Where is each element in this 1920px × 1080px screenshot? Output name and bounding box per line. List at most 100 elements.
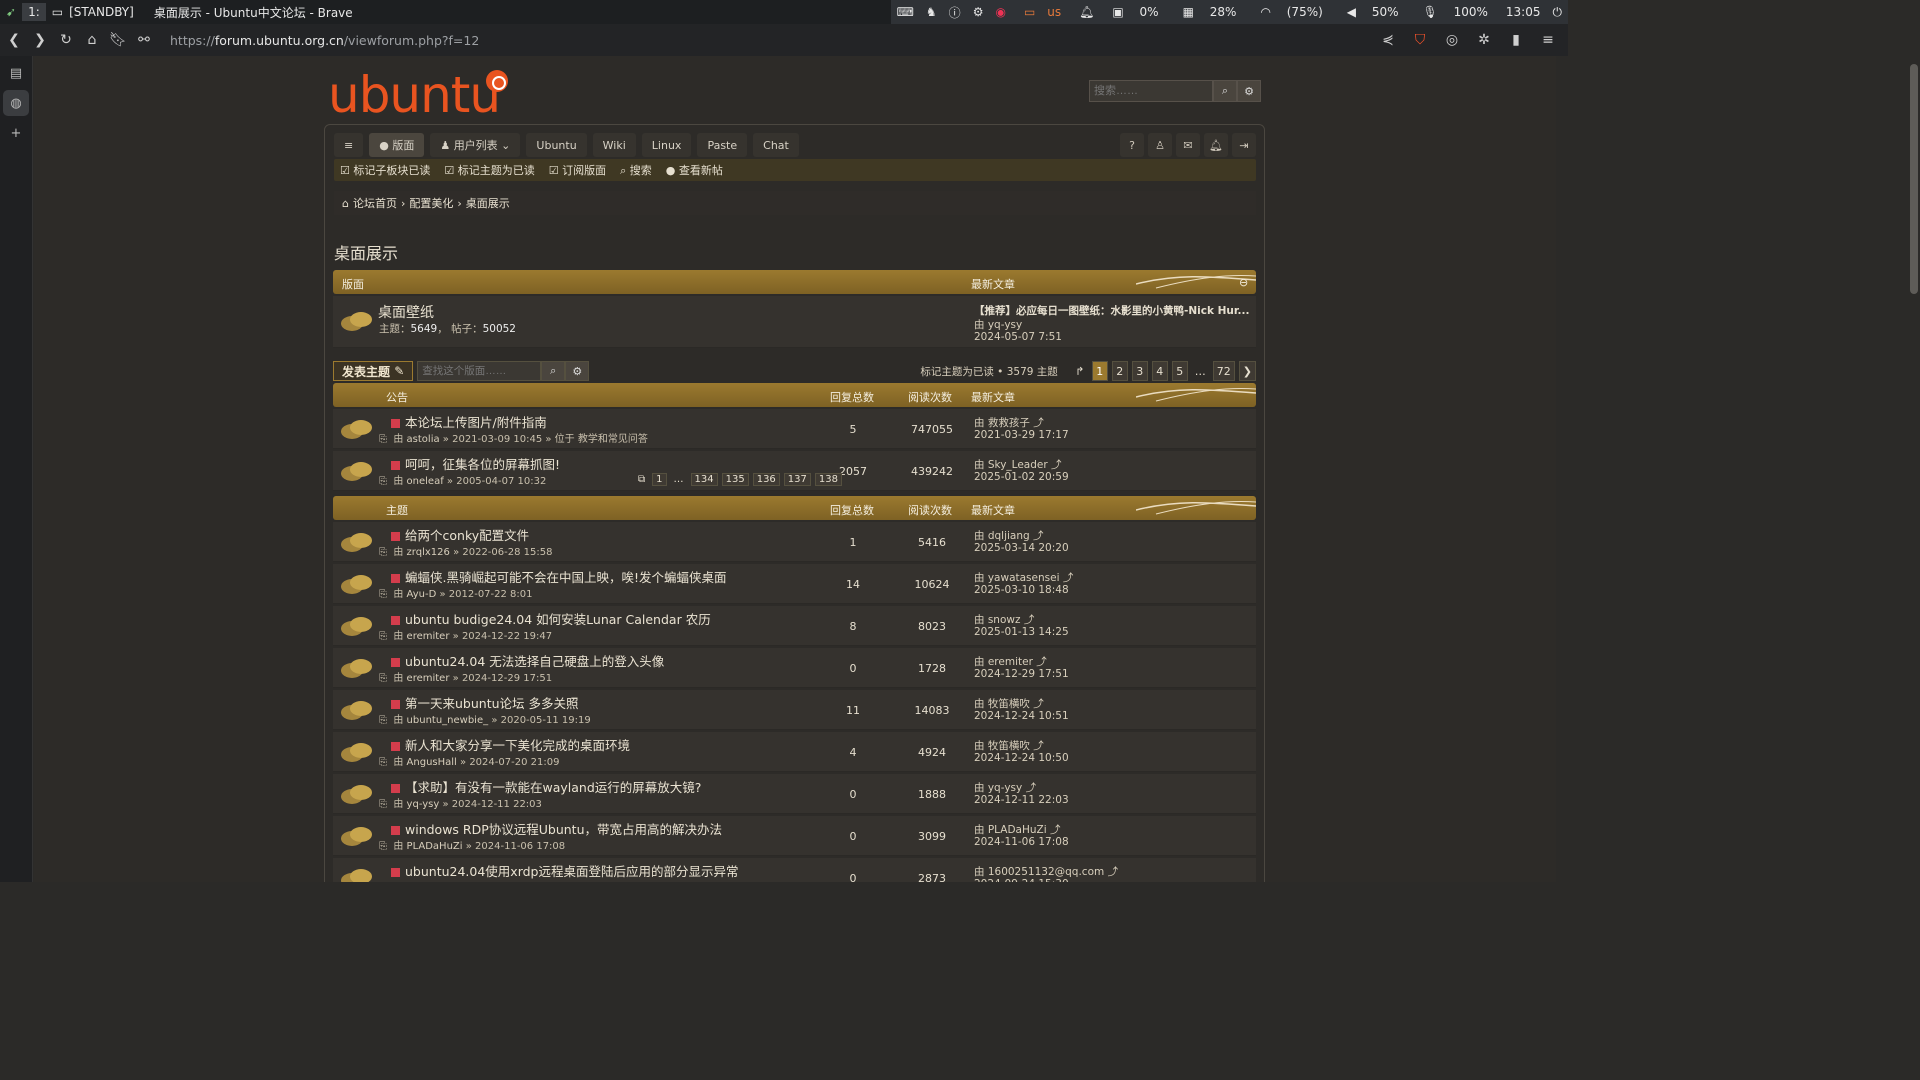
- last-post-author[interactable]: 由 dqljiang ⤴: [974, 528, 1044, 543]
- crumb-home[interactable]: 论坛首页: [353, 195, 397, 211]
- sidebar-panel-icon[interactable]: ▤: [3, 60, 29, 86]
- topic-page-link[interactable]: 136: [752, 473, 780, 486]
- topic-row[interactable]: windows RDP协议远程Ubuntu，带宽占用高的解决办法 ⎘ 由 PLAD…: [333, 816, 1256, 856]
- keyboard-icon[interactable]: ⌨: [890, 0, 920, 24]
- last-post-author[interactable]: 由 牧笛横吹 ⤴: [974, 696, 1044, 711]
- reload-icon[interactable]: ↻: [54, 28, 78, 52]
- bookmark-icon[interactable]: 🔖︎: [106, 28, 130, 52]
- nav-user-list[interactable]: ♟ 用户列表 ⌄: [430, 133, 521, 157]
- gear-icon[interactable]: ⚙: [966, 0, 990, 24]
- vpn-icon[interactable]: ◎: [1440, 28, 1464, 52]
- topic-row[interactable]: 给两个conky配置文件 ⎘ 由 zrqlx126 » 2022-06-28 15…: [333, 522, 1256, 562]
- share-icon[interactable]: ⋞: [1376, 28, 1400, 52]
- sidebar-toggle-icon[interactable]: ▮: [1504, 28, 1528, 52]
- subforum-row[interactable]: 桌面壁纸 主题：5649， 帖子：50052 【推荐】必应每日一图壁纸：水影里的…: [333, 296, 1256, 348]
- page-3[interactable]: 3: [1131, 361, 1148, 381]
- menu-icon[interactable]: ≡: [1536, 28, 1560, 52]
- last-post-author[interactable]: 由 Sky_Leader ⤴: [974, 457, 1062, 472]
- topic-author[interactable]: PLADaHuZi: [407, 841, 463, 852]
- topic-row[interactable]: ubuntu24.04 无法选择自己硬盘上的登入头像 ⎘ 由 eremiter »…: [333, 648, 1256, 688]
- crumb-category[interactable]: 配置美化: [409, 195, 453, 211]
- announcement-row[interactable]: 本论坛上传图片/附件指南 ⎘ 由 astolia » 2021-03-09 10:…: [333, 409, 1256, 449]
- inbox-icon[interactable]: ✉: [1176, 133, 1200, 157]
- topic-author[interactable]: zrqlx126: [407, 547, 450, 558]
- hamburger-icon[interactable]: ≡: [334, 133, 364, 157]
- volume-status[interactable]: ◀ 50%: [1334, 0, 1411, 24]
- subforum-last-by[interactable]: 由 yq-ysy: [974, 317, 1022, 332]
- topic-page-link[interactable]: 138: [814, 473, 842, 486]
- view-new-posts[interactable]: ● 查看新帖: [666, 162, 723, 178]
- tray-app-icon[interactable]: ♞: [919, 0, 943, 24]
- topic-author[interactable]: AngusHall: [407, 757, 457, 768]
- topic-title-link[interactable]: ubuntu24.04使用xrdp远程桌面登陆后应用的部分显示异常: [391, 861, 739, 880]
- workspace-indicator[interactable]: ➹ 1: ▭ [STANDBY]: [0, 0, 140, 24]
- page-title[interactable]: 桌面展示: [334, 240, 398, 264]
- topic-author[interactable]: astolia: [407, 434, 440, 445]
- topic-title-link[interactable]: ubuntu budige24.04 如何安装Lunar Calendar 农历: [391, 609, 711, 628]
- topic-row[interactable]: 新人和大家分享一下美化完成的桌面环境 ⎘ 由 AngusHall » 2024-0…: [333, 732, 1256, 772]
- topic-page-link[interactable]: 1: [652, 473, 667, 486]
- topic-page-link[interactable]: 137: [783, 473, 811, 486]
- mic-status[interactable]: 🎙︎ 100%: [1410, 0, 1500, 24]
- topic-row[interactable]: 第一天来ubuntu论坛 多多关照 ⎘ 由 ubuntu_newbie_ » 20…: [333, 690, 1256, 730]
- topic-page-link[interactable]: 134: [690, 473, 718, 486]
- nav-board[interactable]: ● 版面: [369, 133, 425, 157]
- jump-to-page-icon[interactable]: ↱: [1072, 361, 1088, 381]
- scrollbar[interactable]: [1908, 56, 1920, 882]
- subscribe-forum[interactable]: ☑ 订阅版面: [549, 162, 606, 178]
- topic-author[interactable]: eremiter: [407, 631, 450, 642]
- back-icon[interactable]: ❮: [2, 28, 26, 52]
- nav-ubuntu[interactable]: Ubuntu: [526, 133, 587, 157]
- forum-search-input[interactable]: [417, 361, 542, 381]
- page-5[interactable]: 5: [1171, 361, 1188, 381]
- home-icon[interactable]: ⌂: [80, 28, 104, 52]
- keyboard-layout[interactable]: ▭ us: [1011, 0, 1074, 24]
- user-icon[interactable]: ♙: [1148, 133, 1172, 157]
- last-post-author[interactable]: 由 eremiter ⤴: [974, 654, 1047, 669]
- search-icon[interactable]: ⌕: [1213, 80, 1237, 102]
- logout-icon[interactable]: ⇥: [1232, 133, 1256, 157]
- topic-row[interactable]: 【求助】有没有一款能在wayland运行的屏幕放大镜? ⎘ 由 yq-ysy » …: [333, 774, 1256, 814]
- last-post-author[interactable]: 由 yawatasensei ⤴: [974, 570, 1073, 585]
- last-post-author[interactable]: 由 PLADaHuZi ⤴: [974, 822, 1060, 837]
- topic-title-link[interactable]: 本论坛上传图片/附件指南: [391, 412, 547, 431]
- next-page-icon[interactable]: ❯: [1238, 361, 1256, 381]
- mark-topics-read[interactable]: ☑ 标记主题为已读: [444, 162, 534, 178]
- topic-page-link[interactable]: 135: [721, 473, 749, 486]
- topic-author[interactable]: oneleaf: [407, 476, 444, 487]
- advanced-search-gear-icon[interactable]: ⚙: [1237, 80, 1261, 102]
- topic-author[interactable]: Ayu-D: [407, 589, 437, 600]
- gear-icon[interactable]: ⚙: [565, 361, 590, 381]
- ubuntu-logo[interactable]: ubuntu: [328, 66, 508, 124]
- topic-row[interactable]: ubuntu budige24.04 如何安装Lunar Calendar 农历…: [333, 606, 1256, 646]
- bell-icon[interactable]: 🔔︎: [1073, 0, 1101, 24]
- mark-subforums-read[interactable]: ☑ 标记子板块已读: [340, 162, 430, 178]
- extensions-icon[interactable]: ✲: [1472, 28, 1496, 52]
- last-post-author[interactable]: 由 救救孩子 ⤴: [974, 415, 1044, 430]
- nav-wiki[interactable]: Wiki: [592, 133, 636, 157]
- nav-paste[interactable]: Paste: [697, 133, 748, 157]
- page-1[interactable]: 1: [1091, 361, 1108, 381]
- topic-row[interactable]: ubuntu24.04使用xrdp远程桌面登陆后应用的部分显示异常⎘ 由 160…: [333, 858, 1256, 882]
- quick-search[interactable]: ⌕ 搜索: [620, 162, 652, 178]
- last-post-author[interactable]: 由 牧笛横吹 ⤴: [974, 738, 1044, 753]
- eye-icon[interactable]: ◉: [989, 0, 1012, 24]
- topic-row[interactable]: 蝙蝠侠.黑骑崛起可能不会在中国上映，唉!发个蝙蝠侠桌面 ⎘ 由 Ayu-D » 2…: [333, 564, 1256, 604]
- subforum-last-title[interactable]: 【推荐】必应每日一图壁纸：水影里的小黄鸭-Nick Hur...: [974, 303, 1250, 318]
- page-4[interactable]: 4: [1151, 361, 1168, 381]
- nav-chat[interactable]: Chat: [753, 133, 799, 157]
- site-search-input[interactable]: [1089, 80, 1213, 102]
- power-icon[interactable]: ⏻: [1546, 0, 1568, 24]
- topic-title-link[interactable]: 第一天来ubuntu论坛 多多关照: [391, 693, 579, 712]
- help-icon[interactable]: ?: [1120, 133, 1144, 157]
- notification-icon[interactable]: 🔔︎: [1204, 133, 1228, 157]
- brave-shield-icon[interactable]: ⛉: [1408, 28, 1432, 52]
- last-post-author[interactable]: 由 snowz ⤴: [974, 612, 1034, 627]
- last-post-author[interactable]: 由 1600251132@qq.com ⤴: [974, 864, 1118, 879]
- forward-icon[interactable]: ❯: [28, 28, 52, 52]
- topic-title-link[interactable]: 给两个conky配置文件: [391, 525, 529, 544]
- crumb-current[interactable]: 桌面展示: [466, 195, 510, 211]
- scrollbar-thumb[interactable]: [1910, 64, 1918, 294]
- topic-title-link[interactable]: 新人和大家分享一下美化完成的桌面环境: [391, 735, 630, 754]
- site-settings-icon[interactable]: ⚯: [132, 28, 156, 52]
